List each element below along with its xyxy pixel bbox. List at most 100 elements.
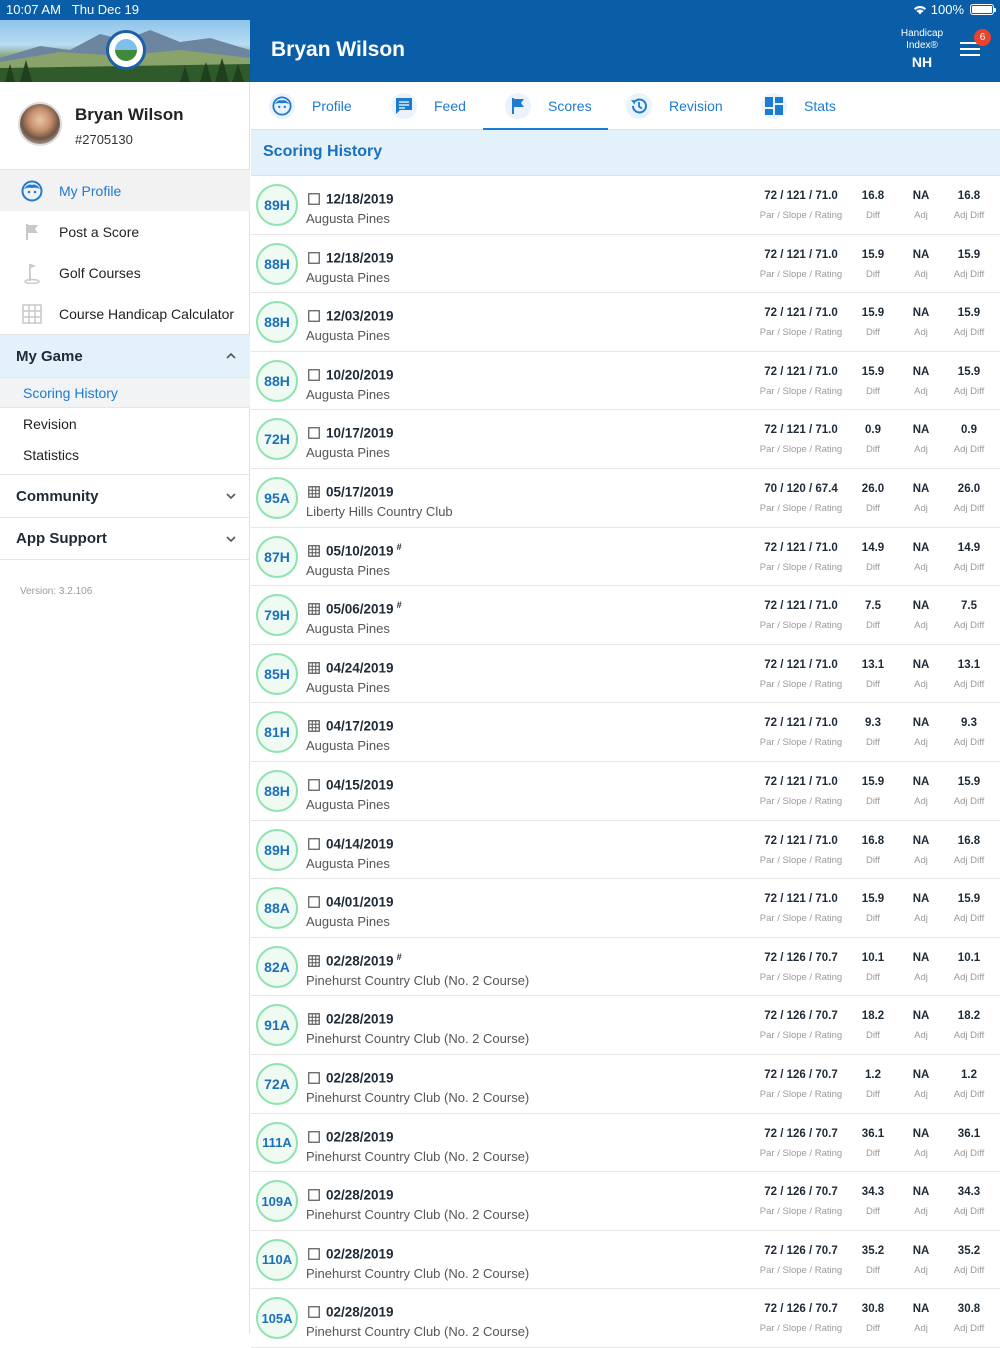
sidebar-section-community[interactable]: Community xyxy=(0,474,250,517)
sidebar-item-golf-courses[interactable]: Golf Courses xyxy=(0,252,250,293)
adjustment: NA Adj xyxy=(912,775,930,807)
sidebar-item-course-handicap-calculator[interactable]: Course Handicap Calculator xyxy=(0,293,250,334)
sidebar-item-statistics[interactable]: Statistics xyxy=(0,439,250,470)
score-row[interactable]: 88H 04/15/2019 Augusta Pines 72 / 121 / … xyxy=(251,762,1000,821)
score-row[interactable]: 89H 12/18/2019 Augusta Pines 72 / 121 / … xyxy=(251,176,1000,235)
score-date: 02/28/2019 xyxy=(326,1304,394,1320)
score-row[interactable]: 79H 05/06/2019 # Augusta Pines 72 / 121 /… xyxy=(251,586,1000,645)
course-name: Augusta Pines xyxy=(306,386,390,402)
adjustment: NA Adj xyxy=(912,1127,930,1159)
score-row[interactable]: 88A 04/01/2019 Augusta Pines 72 / 121 / … xyxy=(251,879,1000,938)
course-name: Augusta Pines xyxy=(306,796,390,812)
sidebar-nav: My Profile Post a Score Golf Courses Cou… xyxy=(0,170,250,597)
total-score-checkbox-icon xyxy=(308,1188,320,1201)
score-row[interactable]: 110A 02/28/2019 Pinehurst Country Club (… xyxy=(251,1231,1000,1290)
adjustment: NA Adj xyxy=(912,600,930,632)
score-date: 04/01/2019 xyxy=(326,894,394,910)
par-slope-rating: 72 / 126 / 70.7 Par / Slope / Rating xyxy=(759,1010,843,1042)
sidebar-item-scoring-history[interactable]: Scoring History xyxy=(0,377,250,408)
par-slope-rating: 70 / 120 / 67.4 Par / Slope / Rating xyxy=(759,482,843,514)
adjusted-differential: 35.2 Adj Diff xyxy=(953,1244,985,1276)
score-date: 12/18/2019 xyxy=(326,250,394,266)
score-row[interactable]: 72A 02/28/2019 Pinehurst Country Club (N… xyxy=(251,1055,1000,1114)
score-date: 12/03/2019 xyxy=(326,308,394,324)
course-name: Augusta Pines xyxy=(306,269,390,285)
par-slope-rating: 72 / 126 / 70.7 Par / Slope / Rating xyxy=(759,951,843,983)
score-badge: 110A xyxy=(256,1238,298,1281)
profile-name: Bryan Wilson xyxy=(75,105,184,124)
adjustment: NA Adj xyxy=(912,365,930,397)
hole-by-hole-grid-icon xyxy=(308,1012,320,1026)
sidebar-item-post-a-score[interactable]: Post a Score xyxy=(0,211,250,252)
course-name: Augusta Pines xyxy=(306,855,390,871)
score-row[interactable]: 88H 12/18/2019 Augusta Pines 72 / 121 / … xyxy=(251,235,1000,294)
differential: 9.3 Diff xyxy=(865,717,881,749)
tab-revision[interactable]: Revision xyxy=(626,82,723,130)
adjusted-differential: 15.9 Adj Diff xyxy=(953,307,985,339)
sidebar-section-my-game[interactable]: My Game xyxy=(0,334,250,377)
notification-badge[interactable]: 6 xyxy=(974,29,991,46)
score-date: 02/28/2019 xyxy=(326,1129,394,1144)
differential: 10.1 Diff xyxy=(861,951,885,983)
hole-by-hole-grid-icon xyxy=(308,661,320,674)
score-badge: 82A xyxy=(256,945,298,988)
score-row[interactable]: 95A 05/17/2019 Liberty Hills Country Clu… xyxy=(251,469,1000,528)
score-row[interactable]: 88H 10/20/2019 Augusta Pines 72 / 121 / … xyxy=(251,352,1000,411)
score-row[interactable]: 72H 10/17/2019 Augusta Pines 72 / 121 / … xyxy=(251,410,1000,469)
sidebar-section-app-support[interactable]: App Support xyxy=(0,517,250,560)
par-slope-rating: 72 / 121 / 71.0 Par / Slope / Rating xyxy=(759,365,843,397)
differential: 16.8 Diff xyxy=(861,834,885,866)
score-badge: 89H xyxy=(256,828,298,871)
score-row[interactable]: 89H 04/14/2019 Augusta Pines 72 / 121 / … xyxy=(251,821,1000,880)
score-date: 12/18/2019 xyxy=(326,191,394,207)
tab-scores[interactable]: Scores xyxy=(483,82,608,131)
differential: 30.8 Diff xyxy=(861,1303,885,1335)
score-row[interactable]: 91A 02/28/2019 Pinehurst Country Club (N… xyxy=(251,996,1000,1055)
tab-stats[interactable]: Stats xyxy=(761,82,836,130)
sidebar-item-label: My Profile xyxy=(59,182,122,199)
score-badge: 88H xyxy=(256,301,298,344)
score-row[interactable]: 88H 12/03/2019 Augusta Pines 72 / 121 / … xyxy=(251,293,1000,352)
status-time: 10:07 AM Thu Dec 19 xyxy=(6,2,139,17)
score-badge: 105A xyxy=(256,1297,298,1340)
adjusted-differential: 30.8 Adj Diff xyxy=(953,1303,985,1335)
differential: 34.3 Diff xyxy=(861,1186,885,1218)
total-score-checkbox-icon xyxy=(308,1305,320,1319)
score-row[interactable]: 82A 02/28/2019 # Pinehurst Country Club (… xyxy=(251,938,1000,997)
score-row[interactable]: 87H 05/10/2019 # Augusta Pines 72 / 121 /… xyxy=(251,528,1000,587)
adjusted-differential: 26.0 Adj Diff xyxy=(953,482,985,514)
score-date: 02/28/2019 # xyxy=(326,951,402,969)
score-date: 02/28/2019 xyxy=(326,1187,394,1203)
score-row[interactable]: 109A 02/28/2019 Pinehurst Country Club (… xyxy=(251,1172,1000,1231)
tab-feed[interactable]: Feed xyxy=(391,82,466,130)
score-date: 02/28/2019 xyxy=(326,1246,394,1262)
total-score-checkbox-icon xyxy=(308,192,320,205)
score-row[interactable]: 81H 04/17/2019 Augusta Pines 72 / 121 / … xyxy=(251,703,1000,762)
sidebar-item-label: Post a Score xyxy=(59,223,140,240)
score-row[interactable]: 105A 02/28/2019 Pinehurst Country Club (… xyxy=(251,1289,1000,1348)
adjustment: NA Adj xyxy=(912,834,930,866)
par-slope-rating: 72 / 121 / 71.0 Par / Slope / Rating xyxy=(759,307,843,339)
app-version: Version: 3.2.106 xyxy=(20,586,93,597)
handicap-index[interactable]: Handicap Index® NH xyxy=(892,28,952,69)
profile-id: #2705130 xyxy=(75,132,133,147)
profile-card[interactable]: Bryan Wilson #2705130 xyxy=(0,82,250,170)
score-badge: 72H xyxy=(256,418,298,461)
differential: 7.5 Diff xyxy=(865,600,881,632)
total-score-checkbox-icon xyxy=(308,778,320,791)
score-row[interactable]: 111A 02/28/2019 Pinehurst Country Club (… xyxy=(251,1114,1000,1173)
score-row[interactable]: 85H 04/24/2019 Augusta Pines 72 / 121 / … xyxy=(251,645,1000,704)
tab-profile[interactable]: Profile xyxy=(269,82,352,130)
sidebar-item-my-profile[interactable]: My Profile xyxy=(0,170,250,211)
par-slope-rating: 72 / 121 / 71.0 Par / Slope / Rating xyxy=(759,775,843,807)
score-date: 05/10/2019 # xyxy=(326,541,402,559)
course-name: Pinehurst Country Club (No. 2 Course) xyxy=(306,1089,530,1105)
score-badge: 88H xyxy=(256,769,298,812)
differential: 35.2 Diff xyxy=(861,1244,885,1276)
sidebar-item-revision[interactable]: Revision xyxy=(0,408,250,439)
par-slope-rating: 72 / 121 / 71.0 Par / Slope / Rating xyxy=(759,834,843,866)
score-badge: 87H xyxy=(256,535,298,578)
adjusted-differential: 16.8 Adj Diff xyxy=(953,834,985,866)
score-badge: 111A xyxy=(256,1121,298,1164)
chevron-down-icon xyxy=(226,493,236,500)
